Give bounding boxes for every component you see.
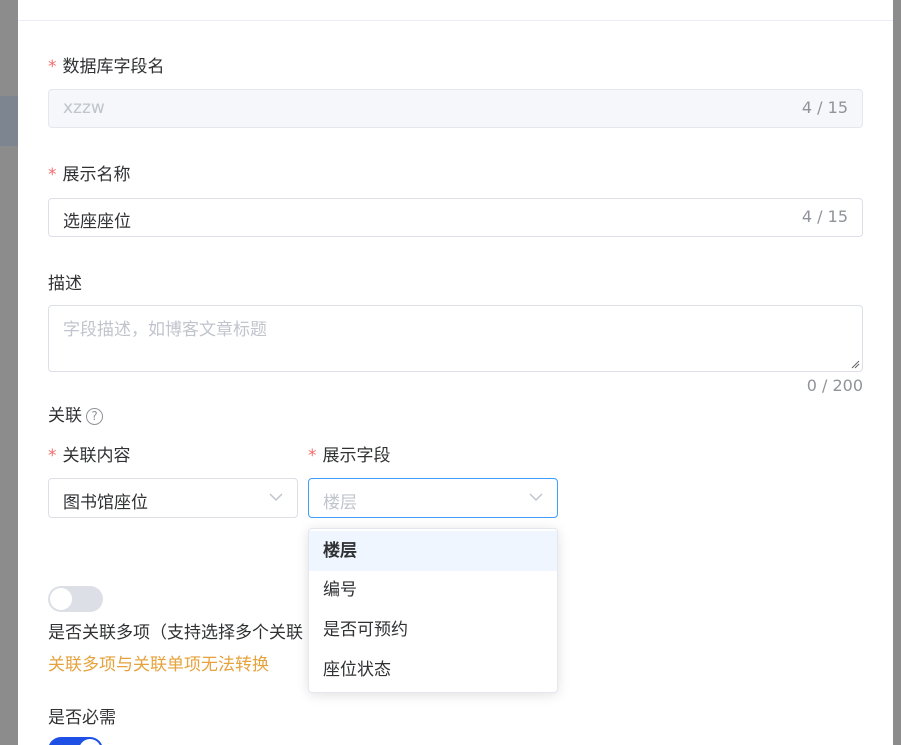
db-field-label: * 数据库字段名 <box>48 56 165 78</box>
resize-handle-icon[interactable] <box>850 359 860 369</box>
chevron-down-icon <box>529 493 543 502</box>
required-label: 是否必需 <box>48 708 116 728</box>
required-switch[interactable] <box>48 737 103 745</box>
display-name-value: 选座座位 <box>63 212 131 232</box>
dropdown-option-floor[interactable]: 楼层 <box>309 531 557 571</box>
required-asterisk: * <box>308 446 317 466</box>
chevron-down-icon <box>269 493 283 502</box>
relation-content-value: 图书馆座位 <box>63 493 148 513</box>
required-asterisk: * <box>48 446 57 466</box>
description-label: 描述 <box>48 274 82 294</box>
switch-knob <box>79 739 101 745</box>
relation-label-text: 关联 <box>48 406 82 426</box>
relation-content-label: * 关联内容 <box>48 445 131 467</box>
description-placeholder: 字段描述，如博客文章标题 <box>63 320 267 340</box>
display-field-select[interactable]: 楼层 <box>308 478 558 518</box>
modal-backdrop-left <box>0 0 18 745</box>
dropdown-option-reservable[interactable]: 是否可预约 <box>309 610 557 650</box>
db-field-count: 4 / 15 <box>801 98 848 117</box>
dropdown-option-number[interactable]: 编号 <box>309 570 557 610</box>
display-name-count: 4 / 15 <box>801 207 848 226</box>
field-edit-dialog: * 数据库字段名 xzzw 4 / 15 * 展示名称 选座座位 4 / 15 描述… <box>18 0 893 745</box>
relation-content-select[interactable]: 图书馆座位 <box>48 478 298 518</box>
display-field-dropdown: 楼层 编号 是否可预约 座位状态 <box>308 528 558 693</box>
relation-content-label-text: 关联内容 <box>62 446 131 466</box>
modal-backdrop-right <box>893 0 901 745</box>
dialog-header-divider <box>18 20 893 21</box>
multi-relation-switch[interactable] <box>48 586 103 612</box>
display-field-placeholder: 楼层 <box>323 493 357 513</box>
multi-relation-label: 是否关联多项（支持选择多个关联 <box>48 623 303 643</box>
dropdown-option-seat-status[interactable]: 座位状态 <box>309 650 557 690</box>
display-name-label-text: 展示名称 <box>62 165 131 185</box>
display-name-label: * 展示名称 <box>48 164 131 186</box>
description-count: 0 / 200 <box>806 376 863 395</box>
multi-relation-warning: 关联多项与关联单项无法转换 <box>48 655 269 675</box>
switch-knob <box>50 588 72 610</box>
display-field-label: * 展示字段 <box>308 445 391 467</box>
db-field-input[interactable]: xzzw 4 / 15 <box>48 89 863 128</box>
display-field-label-text: 展示字段 <box>322 446 391 466</box>
required-asterisk: * <box>48 57 57 77</box>
display-name-input[interactable]: 选座座位 4 / 15 <box>48 198 863 237</box>
question-circle-icon[interactable]: ? <box>86 408 103 425</box>
required-asterisk: * <box>48 165 57 185</box>
db-field-label-text: 数据库字段名 <box>62 57 165 77</box>
relation-label: 关联? <box>48 405 103 427</box>
description-textarea[interactable]: 字段描述，如博客文章标题 <box>48 305 863 372</box>
backdrop-highlight <box>0 96 18 146</box>
db-field-value: xzzw <box>63 98 105 118</box>
